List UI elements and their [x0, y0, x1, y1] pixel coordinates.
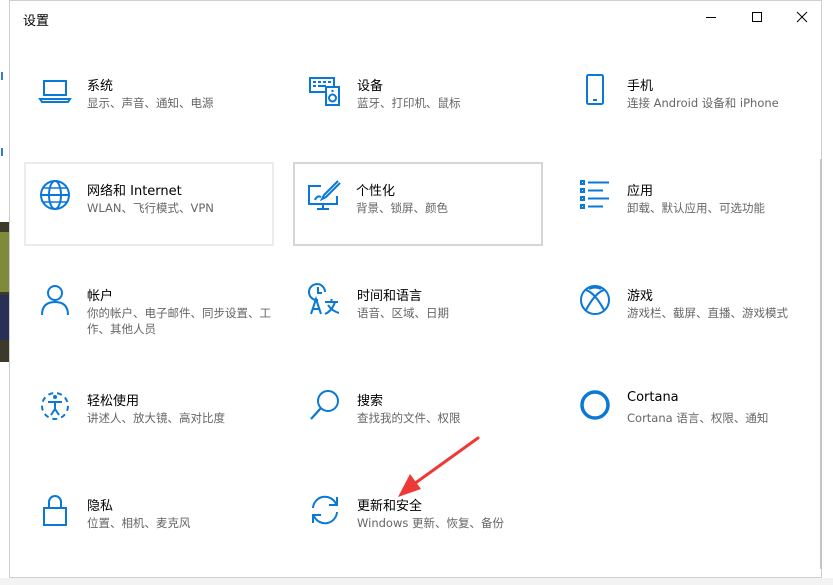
person-icon	[38, 283, 72, 317]
category-desc: 游戏栏、截屏、直播、游戏模式	[627, 306, 788, 320]
category-name: 设备	[357, 79, 384, 94]
category-name: 网络和 Internet	[87, 184, 182, 199]
category-desc: 语音、区域、日期	[357, 306, 449, 320]
category-name: Cortana	[627, 390, 679, 405]
desktop-wallpaper	[0, 295, 9, 340]
ease-of-access-icon	[38, 388, 72, 422]
desktop-bottom-edge	[0, 578, 833, 585]
category-system[interactable]: 系统 显示、声音、通知、电源	[24, 57, 274, 141]
laptop-icon	[38, 73, 72, 107]
category-gaming[interactable]: 游戏 游戏栏、截屏、直播、游戏模式	[564, 267, 814, 351]
category-name: 个性化	[356, 184, 396, 199]
category-desc: 查找我的文件、权限	[357, 411, 461, 425]
category-search[interactable]: 搜索 查找我的文件、权限	[294, 372, 544, 456]
settings-window: 设置 系统 显示、声音、通知、电源 设备 蓝牙、打印机、鼠标 手机 连接 And…	[9, 0, 822, 578]
close-icon	[796, 11, 808, 23]
category-desc: WLAN、飞行模式、VPN	[87, 201, 214, 215]
category-desc: Cortana 语言、权限、通知	[627, 411, 769, 425]
desktop-marker	[1, 148, 9, 156]
phone-icon	[578, 73, 612, 107]
category-desc: 显示、声音、通知、电源	[87, 96, 214, 110]
category-name: 应用	[627, 184, 654, 199]
category-name: 时间和语言	[357, 289, 423, 304]
window-title: 设置	[23, 14, 50, 29]
category-name: 搜索	[357, 394, 384, 409]
minimize-button[interactable]	[688, 1, 734, 33]
category-phone[interactable]: 手机 连接 Android 设备和 iPhone	[564, 57, 814, 141]
xbox-icon	[578, 283, 612, 317]
paint-monitor-icon	[307, 178, 341, 212]
update-icon	[308, 493, 342, 527]
category-desc: 讲述人、放大镜、高对比度	[87, 411, 225, 425]
category-time-language[interactable]: 时间和语言 语音、区域、日期	[294, 267, 544, 351]
apps-list-icon	[578, 178, 612, 212]
category-cortana[interactable]: Cortana Cortana 语言、权限、通知	[564, 372, 814, 456]
category-network[interactable]: 网络和 Internet WLAN、飞行模式、VPN	[24, 162, 274, 246]
category-personalization[interactable]: 个性化 背景、锁屏、颜色	[293, 162, 543, 246]
scrollbar[interactable]	[820, 159, 822, 569]
lock-icon	[38, 493, 72, 527]
category-desc: 连接 Android 设备和 iPhone	[627, 96, 779, 110]
category-desc: 卸载、默认应用、可选功能	[627, 201, 765, 215]
category-apps[interactable]: 应用 卸载、默认应用、可选功能	[564, 162, 814, 246]
category-desc: 背景、锁屏、颜色	[356, 201, 448, 215]
category-name: 系统	[87, 79, 114, 94]
maximize-button[interactable]	[734, 1, 780, 33]
category-accounts[interactable]: 帐户 你的帐户、电子邮件、同步设置、工作、其他人员	[24, 267, 274, 351]
category-name: 帐户	[87, 289, 114, 304]
time-language-icon	[308, 283, 342, 317]
category-name: 更新和安全	[357, 499, 423, 514]
category-privacy[interactable]: 隐私 位置、相机、麦克风	[24, 477, 274, 561]
minimize-icon	[706, 17, 716, 18]
category-devices[interactable]: 设备 蓝牙、打印机、鼠标	[294, 57, 544, 141]
globe-icon	[38, 178, 72, 212]
category-desc: 你的帐户、电子邮件、同步设置、工作、其他人员	[87, 306, 271, 336]
category-name: 隐私	[87, 499, 114, 514]
maximize-icon	[752, 12, 762, 22]
desktop-marker	[1, 72, 9, 80]
category-desc: Windows 更新、恢复、备份	[357, 516, 504, 530]
keyboard-speaker-icon	[308, 73, 342, 107]
desktop-wallpaper	[0, 232, 9, 292]
cortana-icon	[578, 388, 612, 422]
category-name: 手机	[627, 79, 654, 94]
category-name: 游戏	[627, 289, 654, 304]
category-name: 轻松使用	[87, 394, 140, 409]
category-update-security[interactable]: 更新和安全 Windows 更新、恢复、备份	[294, 477, 544, 561]
category-desc: 位置、相机、麦克风	[87, 516, 191, 530]
desktop-edge	[0, 0, 9, 585]
close-button[interactable]	[779, 1, 825, 33]
category-desc: 蓝牙、打印机、鼠标	[357, 96, 461, 110]
search-icon	[308, 388, 342, 422]
category-ease-of-access[interactable]: 轻松使用 讲述人、放大镜、高对比度	[24, 372, 274, 456]
